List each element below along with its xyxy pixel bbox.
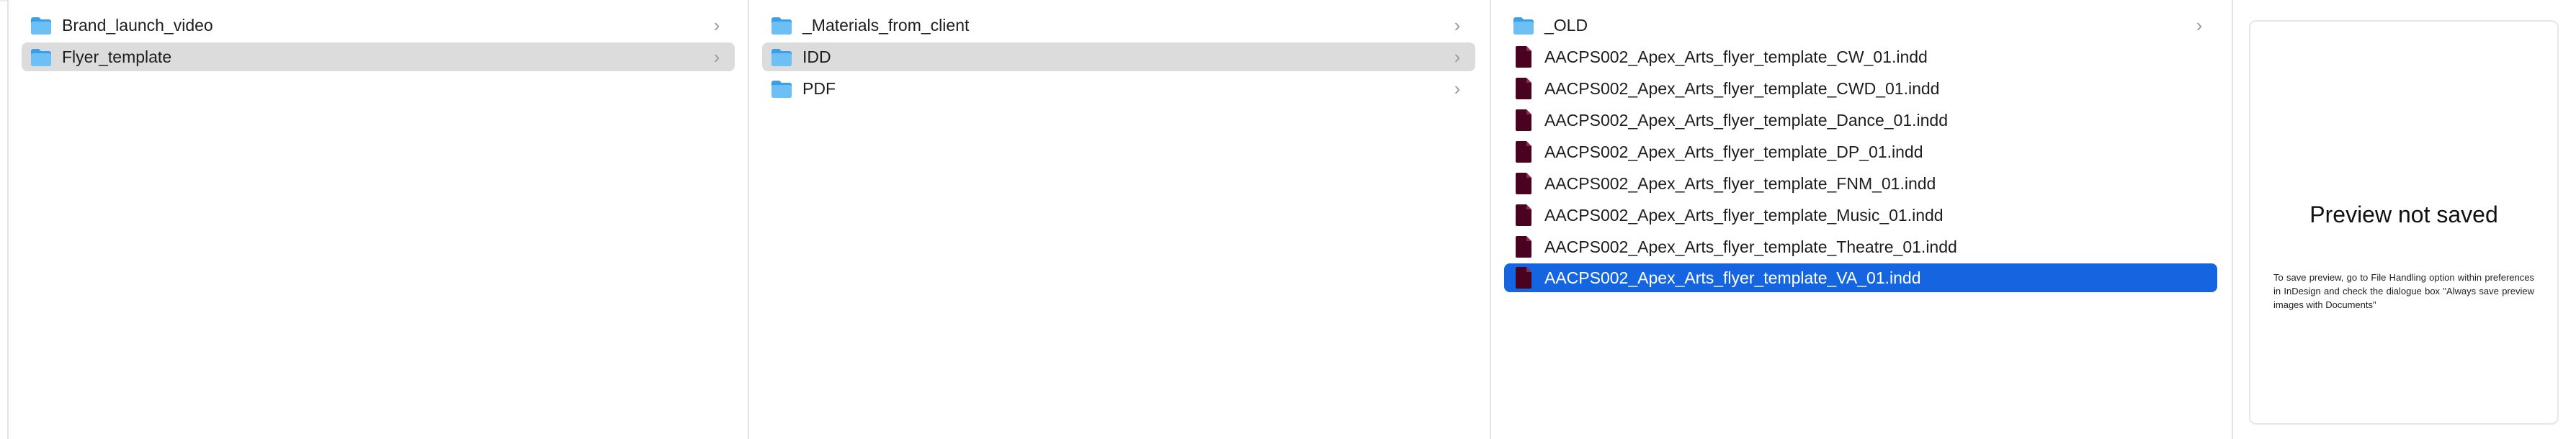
file-row-selected[interactable]: AACPS002_Apex_Arts_flyer_template_VA_01.… xyxy=(1504,263,2217,292)
folder-row-flyer-template[interactable]: Flyer_template › xyxy=(22,42,735,71)
indesign-file-icon xyxy=(1511,236,1536,258)
chevron-right-icon: › xyxy=(1454,14,1461,36)
chevron-right-icon: › xyxy=(713,45,720,68)
file-row[interactable]: AACPS002_Apex_Arts_flyer_template_CWD_01… xyxy=(1504,74,2217,103)
chevron-right-icon: › xyxy=(713,14,720,36)
indesign-file-icon xyxy=(1511,173,1536,194)
indesign-file-icon xyxy=(1511,78,1536,99)
file-row[interactable]: AACPS002_Apex_Arts_flyer_template_FNM_01… xyxy=(1504,169,2217,198)
folder-icon xyxy=(769,46,794,68)
file-row[interactable]: AACPS002_Apex_Arts_flyer_template_Music_… xyxy=(1504,201,2217,230)
column-parent-folder[interactable]: Brand_launch_video › Flyer_template › xyxy=(7,0,749,439)
indesign-file-icon xyxy=(1511,141,1536,163)
file-row[interactable]: AACPS002_Apex_Arts_flyer_template_Dance_… xyxy=(1504,106,2217,135)
folder-row-brand-launch-video[interactable]: Brand_launch_video › xyxy=(22,11,735,40)
file-row[interactable]: AACPS002_Apex_Arts_flyer_template_Theatr… xyxy=(1504,232,2217,261)
file-name: AACPS002_Apex_Arts_flyer_template_FNM_01… xyxy=(1544,173,1936,193)
preview-card: Preview not saved To save preview, go to… xyxy=(2249,20,2559,425)
indesign-file-icon xyxy=(1511,109,1536,131)
file-row[interactable]: AACPS002_Apex_Arts_flyer_template_CW_01.… xyxy=(1504,42,2217,71)
file-name: AACPS002_Apex_Arts_flyer_template_Music_… xyxy=(1544,205,1944,225)
file-row[interactable]: AACPS002_Apex_Arts_flyer_template_DP_01.… xyxy=(1504,137,2217,166)
indesign-file-icon xyxy=(1511,267,1536,289)
folder-name: Brand_launch_video xyxy=(62,15,213,35)
indesign-file-icon xyxy=(1511,46,1536,68)
file-name: AACPS002_Apex_Arts_flyer_template_VA_01.… xyxy=(1544,268,1921,287)
chevron-right-icon: › xyxy=(1454,45,1461,68)
folder-icon xyxy=(29,14,53,36)
folder-name: _OLD xyxy=(1544,15,1588,35)
file-name: AACPS002_Apex_Arts_flyer_template_CW_01.… xyxy=(1544,47,1928,66)
file-name: AACPS002_Apex_Arts_flyer_template_DP_01.… xyxy=(1544,142,1923,161)
indesign-file-icon xyxy=(1511,204,1536,226)
folder-icon xyxy=(1511,14,1536,36)
file-name: AACPS002_Apex_Arts_flyer_template_Dance_… xyxy=(1544,110,1949,130)
folder-name: _Materials_from_client xyxy=(802,15,970,35)
folder-row-pdf[interactable]: PDF › xyxy=(762,74,1475,103)
folder-row-old[interactable]: _OLD › xyxy=(1504,11,2217,40)
file-name: AACPS002_Apex_Arts_flyer_template_Theatr… xyxy=(1544,237,1957,256)
chevron-right-icon: › xyxy=(2196,14,2203,36)
folder-row-idd[interactable]: IDD › xyxy=(762,42,1475,71)
folder-icon xyxy=(29,46,53,68)
chevron-right-icon: › xyxy=(1454,77,1461,99)
folder-icon xyxy=(769,14,794,36)
preview-message: To save preview, go to File Handling opt… xyxy=(2273,272,2534,310)
column-idd[interactable]: _OLD › AACPS002_Apex_Arts_flyer_template… xyxy=(1491,0,2233,439)
folder-row-materials-from-client[interactable]: _Materials_from_client › xyxy=(762,11,1475,40)
folder-name: PDF xyxy=(802,78,836,98)
file-name: AACPS002_Apex_Arts_flyer_template_CWD_01… xyxy=(1544,78,1940,98)
column-flyer-template[interactable]: _Materials_from_client › IDD › PDF › xyxy=(749,0,1491,439)
folder-name: IDD xyxy=(802,47,831,66)
preview-title: Preview not saved xyxy=(2309,202,2498,227)
folder-icon xyxy=(769,78,794,99)
folder-name: Flyer_template xyxy=(62,47,172,66)
